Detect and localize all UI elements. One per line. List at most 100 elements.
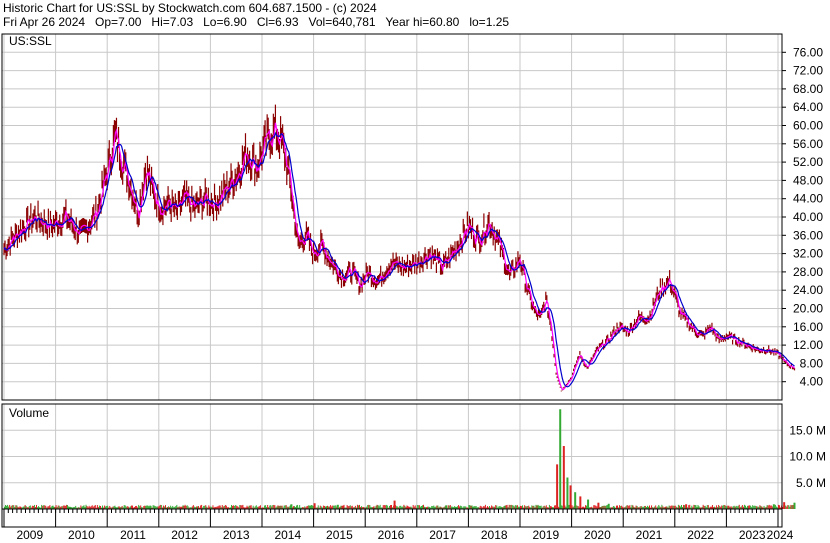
volume-bar [743,504,745,509]
short-moving-average-line [3,122,795,391]
volume-bar [184,504,186,509]
volume-bar [159,504,161,509]
volume-bar [508,504,510,509]
volume-bar [672,505,674,509]
volume-bar [436,505,438,509]
volume-bar [52,505,54,509]
volume-bar [528,505,530,509]
volume-bar [317,505,319,509]
volume-bar [297,504,299,509]
volume-bar [571,505,573,509]
volume-bar [515,505,517,509]
price-tick-label: 20.00 [793,302,823,316]
volume-bar [241,505,243,509]
volume-bar [631,504,633,509]
volume-bar [41,504,43,509]
volume-bar [484,504,486,509]
volume-bar [377,505,379,509]
volume-spike [566,477,569,509]
volume-bar [688,505,690,509]
volume-bar [205,505,207,509]
volume-bar [379,504,381,509]
volume-bar [511,505,513,509]
volume-bar [208,505,210,509]
volume-bar [200,505,202,509]
year-label: 2015 [326,528,353,542]
volume-bar [281,505,283,509]
volume-bar [593,505,595,509]
price-tick-label: 72.00 [793,64,823,78]
volume-bar [383,505,385,509]
time-axis: 2009 2010 2011 2012 2013 2014 2015 2016 2017 2018… [3,509,794,542]
volume-bar [346,505,348,509]
volume-bar [162,505,164,509]
price-tick-label: 48.00 [793,173,823,187]
volume-bar [506,504,508,509]
volume-bar [356,504,358,509]
volume-bar [555,505,557,509]
volume-bar [697,504,699,509]
year-label: 2013 [223,528,250,542]
volume-bar [768,504,770,509]
volume-bar [744,505,746,509]
volume-bar [311,505,313,509]
volume-bar [718,504,720,509]
volume-bar [212,505,214,509]
volume-bar [406,505,408,509]
volume-bar [13,505,15,509]
volume-bar [655,505,657,509]
volume-bar [683,504,685,509]
volume-spike [393,500,396,509]
year-label: 2024 [767,528,794,542]
volume-bar [310,505,312,509]
volume-bar [695,505,697,509]
volume-bar [279,505,281,509]
volume-bar [414,505,416,509]
volume-bar [605,505,607,509]
volume-bar [124,505,126,509]
volume-bar [343,504,345,509]
volume-bar [658,504,660,509]
volume-label: Volume [9,406,49,420]
volume-bar [779,505,781,509]
volume-spike [313,503,316,509]
volume-bar [12,505,14,509]
volume-bar [218,505,220,509]
volume-bar [201,504,203,509]
volume-bar [754,505,756,509]
volume-axis: 5.0 M 10.0 M 15.0 M [789,423,826,490]
volume-bar [15,505,17,509]
volume-bar [330,505,332,509]
volume-bar [505,505,507,509]
year-label: 2021 [636,528,663,542]
volume-bar [759,505,761,509]
volume-bar [7,504,9,509]
volume-bar [585,505,587,509]
volume-bar [85,504,87,509]
volume-bar [416,505,418,509]
volume-bar [651,505,653,509]
volume-bar [586,505,588,509]
volume-bar [615,505,617,509]
volume-bar [561,505,563,509]
volume-bar [789,506,791,509]
volume-spike [559,409,562,509]
volume-bar [267,504,269,509]
volume-bar [767,505,769,509]
volume-bar [29,505,31,509]
volume-bar [412,504,414,509]
volume-tick-label: 15.0 M [789,423,826,437]
volume-bar [514,505,516,509]
volume-bar [240,505,242,509]
price-tick-label: 68.00 [793,82,823,96]
volume-bar [24,504,26,509]
volume-bar [49,505,51,509]
volume-bar [448,505,450,509]
volume-bar [55,505,57,509]
volume-bar [273,504,275,509]
volume-bar [176,504,178,509]
volume-spike [445,505,448,509]
volume-bar [568,504,570,509]
volume-bar [385,504,387,509]
volume-bar [458,505,460,509]
